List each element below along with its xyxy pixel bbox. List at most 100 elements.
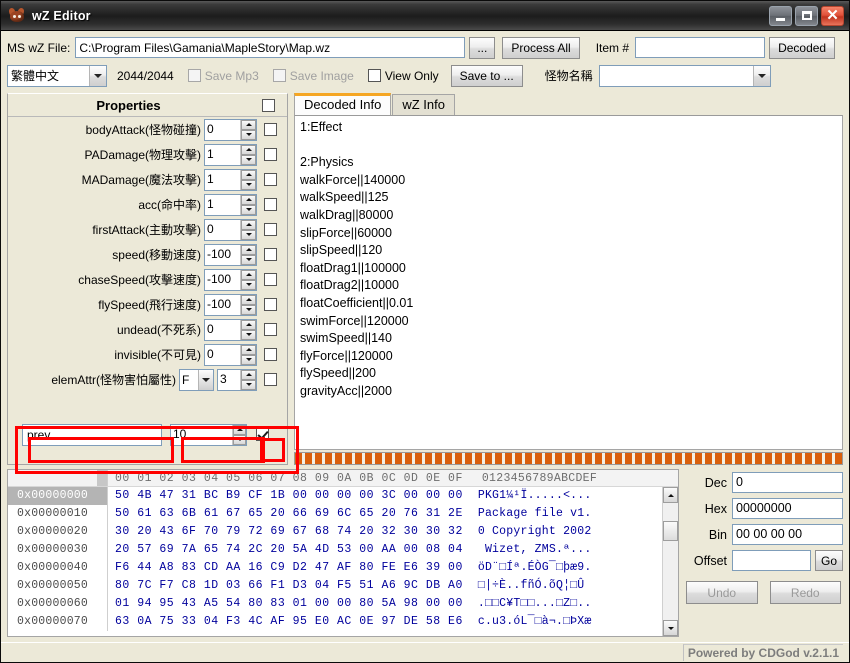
bin-input[interactable]: 00 00 00 00 <box>732 524 843 545</box>
property-spinner[interactable]: 0 <box>204 318 257 341</box>
spinner-arrows[interactable] <box>232 424 246 445</box>
spinner-arrows[interactable] <box>240 269 256 290</box>
property-enable-checkbox[interactable] <box>264 198 277 211</box>
spinner-arrows[interactable] <box>240 344 256 365</box>
properties-select-all-checkbox[interactable] <box>262 98 275 112</box>
spinner-down-icon[interactable] <box>241 279 256 290</box>
hex-row[interactable]: 0x00000070 63 0A 75 33 04 F3 4C AF 95 E0… <box>8 613 662 631</box>
spinner-down-icon[interactable] <box>241 304 256 315</box>
spinner-arrows[interactable] <box>240 244 256 265</box>
offset-input[interactable] <box>732 550 811 571</box>
browse-button[interactable]: ... <box>469 36 496 59</box>
property-enabled-checkbox[interactable] <box>256 428 269 441</box>
spinner-up-icon[interactable] <box>241 119 256 130</box>
property-value[interactable]: -100 <box>205 270 240 290</box>
spinner-down-icon[interactable] <box>233 434 246 445</box>
hex-bytes[interactable]: 30 20 43 6F 70 79 72 69 67 68 74 20 32 3… <box>108 523 463 541</box>
elem-attr-value[interactable]: 3 <box>218 370 240 390</box>
spinner-down-icon[interactable] <box>241 154 256 165</box>
language-select[interactable]: 繁體中文 <box>7 64 107 87</box>
hex-ascii[interactable]: .□□C¥T□□...□Z□.. <box>478 595 592 613</box>
spinner-up-icon[interactable] <box>233 424 246 435</box>
hex-row[interactable]: 0x00000060 01 94 95 43 A5 54 80 83 01 00… <box>8 595 662 613</box>
spinner-down-icon[interactable] <box>241 129 256 140</box>
process-all-button[interactable]: Process All <box>502 36 580 59</box>
spinner-down-icon[interactable] <box>241 379 256 390</box>
decoded-info-textarea[interactable]: 1:Effect 2:Physics walkForce||140000 wal… <box>294 115 843 450</box>
spinner-down-icon[interactable] <box>241 354 256 365</box>
hex-bytes[interactable]: 50 4B 47 31 BC B9 CF 1B 00 00 00 00 3C 0… <box>108 487 463 505</box>
property-enable-checkbox[interactable] <box>264 148 277 161</box>
property-spinner[interactable]: 1 <box>204 193 257 216</box>
hex-vertical-scrollbar[interactable] <box>662 487 678 636</box>
hex-bytes[interactable]: F6 44 A8 83 CD AA 16 C9 D2 47 AF 80 FE E… <box>108 559 463 577</box>
hex-ascii[interactable]: Wizet, ZMS.ª... <box>478 541 592 559</box>
property-enable-checkbox[interactable] <box>264 298 277 311</box>
property-value[interactable]: 0 <box>205 345 240 365</box>
item-number-input[interactable] <box>635 37 766 58</box>
property-value[interactable]: 1 <box>205 170 240 190</box>
hex-row[interactable]: 0x00000000 50 4B 47 31 BC B9 CF 1B 00 00… <box>8 487 662 505</box>
spinner-arrows[interactable] <box>240 294 256 315</box>
property-spinner[interactable]: -100 <box>204 293 257 316</box>
hex-bytes[interactable]: 50 61 63 6B 61 67 65 20 66 69 6C 65 20 7… <box>108 505 463 523</box>
maximize-button[interactable] <box>795 5 818 26</box>
property-value-input[interactable]: 10 <box>171 425 232 445</box>
property-enable-checkbox[interactable] <box>264 348 277 361</box>
property-value[interactable]: -100 <box>205 245 240 265</box>
hex-bytes[interactable]: 01 94 95 43 A5 54 80 83 01 00 00 80 5A 9… <box>108 595 463 613</box>
elem-attr-select[interactable]: F <box>179 368 214 391</box>
go-button[interactable]: Go <box>815 550 843 571</box>
property-enable-checkbox[interactable] <box>264 273 277 286</box>
save-to-button[interactable]: Save to ... <box>450 64 523 87</box>
property-enable-checkbox[interactable] <box>264 323 277 336</box>
spinner-up-icon[interactable] <box>241 169 256 180</box>
spinner-arrows[interactable] <box>240 119 256 140</box>
property-spinner[interactable]: -100 <box>204 243 257 266</box>
property-value[interactable]: 0 <box>205 320 240 340</box>
spinner-up-icon[interactable] <box>241 244 256 255</box>
save-mp3-checkbox[interactable]: Save Mp3 <box>187 69 259 83</box>
hex-bytes[interactable]: 63 0A 75 33 04 F3 4C AF 95 E0 AC 0E 97 D… <box>108 613 463 631</box>
spinner-down-icon[interactable] <box>241 229 256 240</box>
hex-ascii[interactable]: PKG1¼¹Ï.....<... <box>478 487 592 505</box>
hex-row[interactable]: 0x00000010 50 61 63 6B 61 67 65 20 66 69… <box>8 505 662 523</box>
hex-row[interactable]: 0x00000030 20 57 69 7A 65 74 2C 20 5A 4D… <box>8 541 662 559</box>
hex-input[interactable]: 00000000 <box>732 498 843 519</box>
hex-row[interactable]: 0x00000020 30 20 43 6F 70 79 72 69 67 68… <box>8 523 662 541</box>
property-spinner[interactable]: 0 <box>204 118 257 141</box>
tab-wz-info[interactable]: wZ Info <box>392 94 455 115</box>
spinner-up-icon[interactable] <box>241 319 256 330</box>
minimize-button[interactable] <box>769 5 792 26</box>
property-value[interactable]: -100 <box>205 295 240 315</box>
property-spinner[interactable]: -100 <box>204 268 257 291</box>
spinner-up-icon[interactable] <box>241 144 256 155</box>
hex-ascii[interactable]: Package file v1. <box>478 505 592 523</box>
scroll-down-icon[interactable] <box>663 620 678 636</box>
dec-input[interactable]: 0 <box>732 472 843 493</box>
hex-viewer[interactable]: 00 01 02 03 04 05 06 07 08 09 0A 0B 0C 0… <box>7 469 679 637</box>
spinner-down-icon[interactable] <box>241 179 256 190</box>
hex-ascii[interactable]: 0 Copyright 2002 <box>478 523 592 541</box>
close-button[interactable]: ✕ <box>821 5 844 26</box>
hex-bytes[interactable]: 20 57 69 7A 65 74 2C 20 5A 4D 53 00 AA 0… <box>108 541 463 559</box>
property-value[interactable]: 1 <box>205 145 240 165</box>
hex-ascii[interactable]: öD¨□Íª.ÉÒG¯□þæ9. <box>478 559 592 577</box>
property-spinner[interactable]: 1 <box>204 143 257 166</box>
spinner-up-icon[interactable] <box>241 219 256 230</box>
property-value-spinner[interactable]: 10 <box>170 423 247 446</box>
scroll-up-icon[interactable] <box>663 487 678 503</box>
spinner-up-icon[interactable] <box>241 194 256 205</box>
monster-name-select[interactable] <box>598 64 771 87</box>
spinner-down-icon[interactable] <box>241 254 256 265</box>
spinner-down-icon[interactable] <box>241 329 256 340</box>
scrollbar-thumb[interactable] <box>663 521 678 541</box>
elem-attr-enable-checkbox[interactable] <box>264 373 277 386</box>
spinner-arrows[interactable] <box>240 144 256 165</box>
file-path-input[interactable]: C:\Program Files\Gamania\MapleStory\Map.… <box>75 37 466 58</box>
property-spinner[interactable]: 0 <box>204 218 257 241</box>
property-value[interactable]: 1 <box>205 195 240 215</box>
hex-ascii[interactable]: c.u3.óL¯□à¬.□ÞXæ <box>478 613 592 631</box>
property-value[interactable]: 0 <box>205 220 240 240</box>
property-value[interactable]: 0 <box>205 120 240 140</box>
